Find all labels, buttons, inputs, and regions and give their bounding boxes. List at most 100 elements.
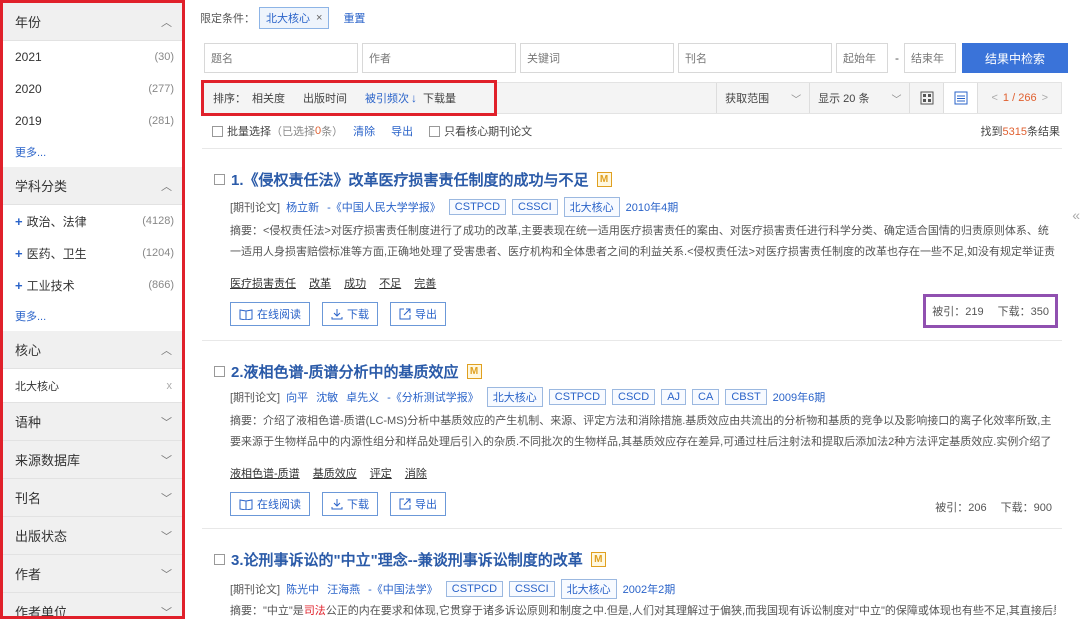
result-title[interactable]: 1.《侵权责任法》改革医疗损害责任制度的成功与不足 (231, 169, 589, 190)
export-button[interactable]: 导出 (390, 492, 446, 516)
facet-title: 出版状态 (15, 529, 68, 544)
keyword-link[interactable]: 基质效应 (313, 468, 357, 480)
subject-facet-header[interactable]: 学科分类 ︿ (3, 167, 182, 205)
author-input[interactable]: 作者 (362, 43, 516, 73)
year-count: (281) (148, 115, 174, 127)
year-more-link[interactable]: 更多... (3, 137, 182, 167)
result-date[interactable]: 2002年2期 (623, 581, 676, 597)
result-date[interactable]: 2010年4期 (626, 199, 679, 215)
sort-downloads[interactable]: 下载量 (423, 90, 456, 106)
only-core-checkbox[interactable] (429, 125, 441, 137)
result-title[interactable]: 2.液相色谱-质谱分析中的基质效应 (231, 361, 459, 382)
scope-select[interactable]: 获取范围 ﹀ (716, 83, 809, 113)
journal-facet-header[interactable]: 刊名 ﹀ (3, 479, 182, 517)
plus-icon[interactable]: + (15, 214, 23, 229)
year-range-dash: - (895, 51, 899, 65)
result-author[interactable]: 向平 (286, 389, 308, 405)
result-author[interactable]: 卓先义 (346, 389, 379, 405)
year-item-2021[interactable]: 2021 (30) (3, 41, 182, 73)
download-button[interactable]: 下载 (322, 302, 378, 326)
year-facet-header[interactable]: 年份 ︿ (3, 3, 182, 41)
result-author[interactable]: 汪海燕 (327, 581, 360, 597)
facet-title: 语种 (15, 415, 42, 430)
year-item-2019[interactable]: 2019 (281) (3, 105, 182, 137)
result-source[interactable]: -《分析测试学报》 (387, 389, 479, 405)
keyword-link[interactable]: 成功 (344, 278, 366, 290)
filter-tag[interactable]: 北大核心 × (259, 7, 330, 29)
clear-link[interactable]: 清除 (353, 123, 375, 139)
search-in-results-button[interactable]: 结果中检索 (962, 43, 1068, 73)
result-checkbox[interactable] (214, 554, 225, 565)
book-icon (239, 309, 253, 320)
subject-more-link[interactable]: 更多... (3, 301, 182, 331)
year-item-2020[interactable]: 2020 (277) (3, 73, 182, 105)
keyword-link[interactable]: 消除 (405, 468, 427, 480)
pagination: < 1 / 266 > (977, 83, 1061, 113)
export-link[interactable]: 导出 (391, 123, 413, 139)
result-title-row: 2.液相色谱-质谱分析中的基质效应 M (214, 361, 482, 382)
source-db-facet-header[interactable]: 来源数据库 ﹀ (3, 441, 182, 479)
read-online-button[interactable]: 在线阅读 (230, 492, 310, 516)
result-author[interactable]: 杨立新 (286, 199, 319, 215)
prev-page-icon[interactable]: < (991, 92, 997, 104)
chevron-down-icon: ﹀ (161, 454, 172, 467)
grid-view-icon[interactable] (909, 83, 943, 113)
end-year-input[interactable]: 结束年 (904, 43, 956, 73)
export-button[interactable]: 导出 (390, 302, 446, 326)
sort-relevance[interactable]: 相关度 (252, 90, 285, 106)
next-page-icon[interactable]: > (1042, 92, 1048, 104)
result-author[interactable]: 陈光中 (286, 581, 319, 597)
keyword-input[interactable]: 关键词 (520, 43, 674, 73)
read-online-button[interactable]: 在线阅读 (230, 302, 310, 326)
result-source[interactable]: -《中国法学》 (368, 581, 438, 597)
result-date[interactable]: 2009年6期 (773, 389, 826, 405)
close-icon[interactable]: × (316, 12, 322, 24)
author-unit-facet-header[interactable]: 作者单位 ﹀ (3, 593, 182, 616)
keyword-link[interactable]: 液相色谱-质谱 (230, 468, 300, 480)
year-label: 2019 (15, 114, 42, 128)
result-author[interactable]: 沈敏 (316, 389, 338, 405)
download-count: 下载：350 (997, 306, 1049, 318)
keyword-link[interactable]: 改革 (309, 278, 331, 290)
download-count: 下载：900 (1000, 502, 1052, 514)
page-size-label: 显示 20 条 (818, 93, 870, 105)
download-button[interactable]: 下载 (322, 492, 378, 516)
download-icon (331, 309, 343, 320)
remove-icon[interactable]: x (167, 380, 173, 392)
start-year-input[interactable]: 起始年 (836, 43, 888, 73)
reset-link[interactable]: 重置 (343, 10, 365, 26)
index-tag: CSTPCD (445, 581, 504, 597)
page-size-select[interactable]: 显示 20 条 ﹀ (809, 83, 909, 113)
collapse-panel-icon[interactable]: « (1072, 207, 1080, 223)
keyword-link[interactable]: 医疗损害责任 (230, 278, 296, 290)
batch-select-checkbox[interactable] (212, 125, 223, 137)
core-facet-header[interactable]: 核心 ︿ (3, 331, 182, 369)
pub-status-facet-header[interactable]: 出版状态 ﹀ (3, 517, 182, 555)
chevron-down-icon: ﹀ (891, 94, 902, 106)
keyword-link[interactable]: 评定 (370, 468, 392, 480)
list-view-icon[interactable] (943, 83, 978, 113)
journal-input[interactable]: 刊名 (678, 43, 832, 73)
year-label: 2021 (15, 50, 42, 64)
selected-prefix: （已选择 (271, 126, 315, 138)
keyword-link[interactable]: 完善 (414, 278, 436, 290)
subject-item-industry[interactable]: + 工业技术 (866) (3, 269, 182, 301)
subject-item-medicine[interactable]: + 医药、卫生 (1204) (3, 237, 182, 269)
sort-pubtime[interactable]: 出版时间 (303, 90, 347, 106)
title-input[interactable]: 题名 (204, 43, 358, 73)
result-checkbox[interactable] (214, 174, 225, 185)
keyword-link[interactable]: 不足 (379, 278, 401, 290)
result-checkbox[interactable] (214, 366, 225, 377)
sort-cited[interactable]: 被引频次 ↓ (365, 90, 417, 106)
result-type: [期刊论文] (230, 202, 281, 214)
subject-item-politics-law[interactable]: + 政治、法律 (4128) (3, 205, 182, 237)
plus-icon[interactable]: + (15, 278, 23, 293)
plus-icon[interactable]: + (15, 246, 23, 261)
language-facet-header[interactable]: 语种 ﹀ (3, 403, 182, 441)
cited-count: 被引：219 (932, 306, 984, 318)
core-selected-item[interactable]: 北大核心 x (3, 369, 182, 403)
result-title[interactable]: 3.论刑事诉讼的"中立"理念--兼谈刑事诉讼制度的改革 (231, 549, 583, 570)
result-source[interactable]: -《中国人民大学学报》 (327, 199, 441, 215)
result-item: 3.论刑事诉讼的"中立"理念--兼谈刑事诉讼制度的改革 M [期刊论文] 陈光中… (202, 528, 1062, 619)
author-facet-header[interactable]: 作者 ﹀ (3, 555, 182, 593)
